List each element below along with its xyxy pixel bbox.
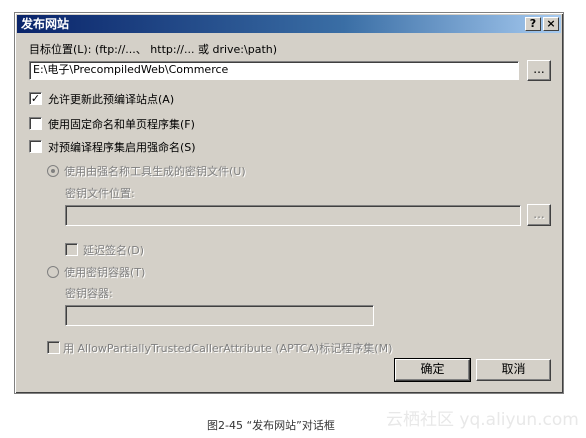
target-location-label: 目标位置(L): (ftp://...、 http://... 或 drive:… bbox=[29, 43, 278, 56]
key-container-input[interactable] bbox=[65, 305, 374, 326]
title-bar: 发布网站 ? × bbox=[17, 15, 561, 33]
delay-sign-label: 延迟签名(D) bbox=[83, 244, 145, 257]
strong-name-checkbox[interactable] bbox=[29, 140, 42, 153]
key-file-radio[interactable] bbox=[47, 165, 59, 177]
key-file-radio-label: 使用由强名称工具生成的密钥文件(U) bbox=[64, 165, 246, 178]
figure-caption: 图2-45 “发布网站”对话框 bbox=[207, 419, 335, 432]
aptca-label: 用 AllowPartiallyTrustedCallerAttribute (… bbox=[63, 342, 393, 355]
key-file-location-input[interactable] bbox=[65, 205, 521, 226]
fixed-naming-label: 使用固定命名和单页程序集(F) bbox=[48, 118, 195, 131]
dialog-title: 发布网站 bbox=[21, 17, 70, 31]
help-button[interactable]: ? bbox=[525, 17, 541, 31]
target-browse-button[interactable]: ... bbox=[527, 60, 551, 81]
check-mark-icon: ✓ bbox=[30, 92, 41, 105]
key-container-radio[interactable] bbox=[47, 266, 59, 278]
key-file-location-label: 密钥文件位置: bbox=[65, 187, 135, 200]
close-button[interactable]: × bbox=[543, 17, 559, 31]
fixed-naming-checkbox[interactable] bbox=[29, 117, 42, 130]
aptca-checkbox[interactable] bbox=[47, 341, 60, 354]
ok-button[interactable]: 确定 bbox=[394, 358, 471, 382]
target-location-input[interactable]: E:\电子\PrecompiledWeb\Commerce bbox=[29, 61, 519, 80]
radio-dot-icon bbox=[51, 169, 55, 173]
publish-website-dialog: 发布网站 ? × 目标位置(L): (ftp://...、 http://...… bbox=[14, 12, 564, 394]
delay-sign-checkbox[interactable] bbox=[65, 243, 78, 256]
strong-name-label: 对预编译程序集启用强命名(S) bbox=[48, 141, 196, 154]
allow-update-checkbox[interactable]: ✓ bbox=[29, 92, 42, 105]
cancel-button[interactable]: 取消 bbox=[476, 359, 551, 381]
key-container-radio-label: 使用密钥容器(T) bbox=[64, 266, 146, 279]
allow-update-label: 允许更新此预编译站点(A) bbox=[48, 93, 175, 106]
watermark: 云栖社区 yq.aliyun.com bbox=[386, 410, 579, 430]
key-container-label: 密钥容器: bbox=[65, 287, 113, 300]
key-file-browse-button[interactable]: ... bbox=[527, 204, 551, 226]
